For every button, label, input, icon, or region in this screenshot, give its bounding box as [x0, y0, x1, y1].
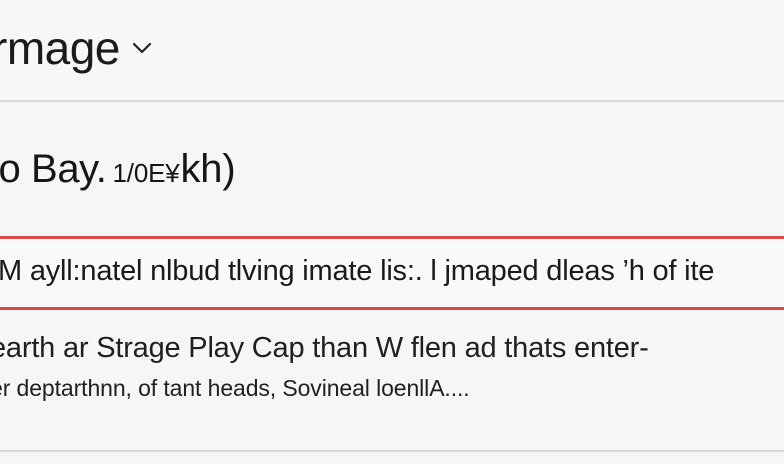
app-switcher[interactable]: rmage: [0, 20, 154, 76]
headline-row: lo Bay. 1/0E¥ kh): [0, 131, 784, 215]
header-bar: rmage: [0, 0, 784, 102]
body-line-1: earth ar Strage Play Cap than W flen ad …: [0, 332, 649, 364]
headline-meta-text: 1/0E¥: [112, 158, 180, 188]
highlight-text: M ayll:natel nlbud tlving imate lis:. l …: [0, 255, 715, 287]
headline-tail-text: kh): [180, 147, 236, 191]
body-copy: earth ar Strage Play Cap than W flen ad …: [0, 332, 784, 403]
bottom-divider: [0, 450, 784, 452]
highlighted-row: M ayll:natel nlbud tlving imate lis:. l …: [0, 236, 784, 310]
body-line-2: er deptarthnn, of tant heads, Sovineal l…: [0, 375, 470, 402]
headline-main-text: lo Bay.: [0, 147, 107, 191]
headline: lo Bay. 1/0E¥ kh): [0, 147, 236, 191]
chevron-down-icon[interactable]: [130, 36, 154, 60]
header-title-text: rmage: [0, 22, 120, 74]
